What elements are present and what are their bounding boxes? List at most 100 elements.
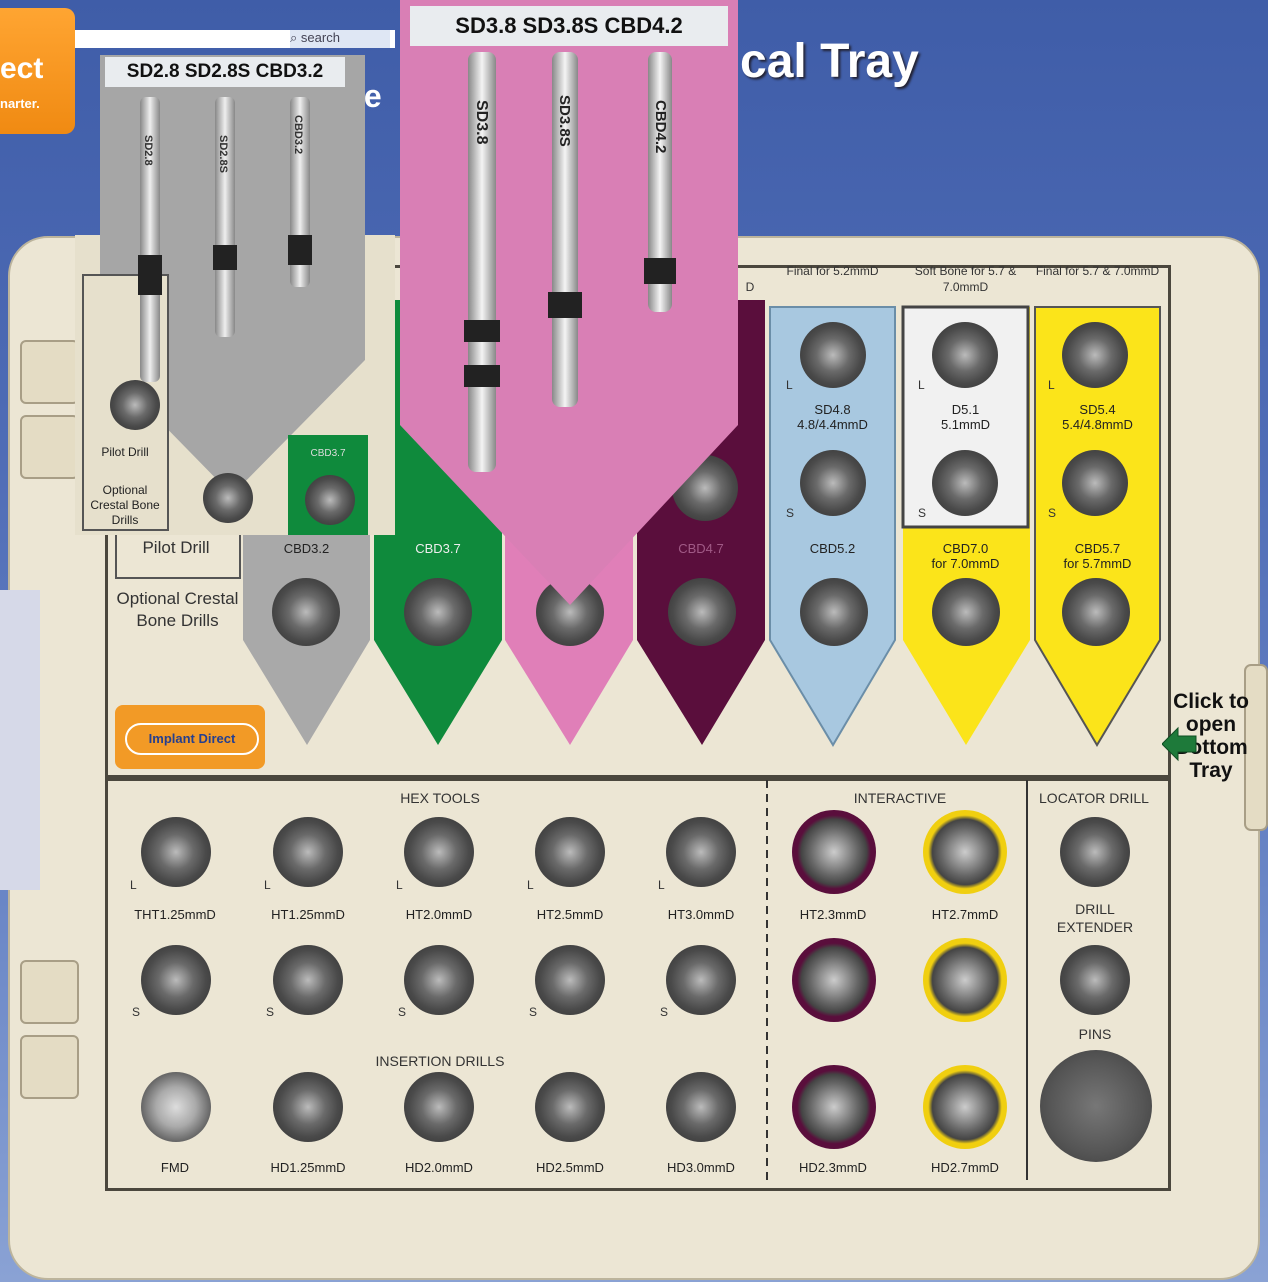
- size-mark-l: L: [786, 378, 793, 392]
- drill-label: SD3.8: [473, 100, 490, 145]
- cbd-socket[interactable]: [272, 578, 340, 646]
- drill-extender-socket[interactable]: [1060, 945, 1130, 1015]
- drill-socket[interactable]: [800, 450, 866, 516]
- tool-label: HT2.7mmD: [931, 907, 999, 922]
- cbd-socket[interactable]: [1062, 578, 1130, 646]
- drill-popup-gray[interactable]: SD2.8 SD2.8S CBD3.2 SD2.8 SD2.8S CBD3.2 …: [75, 55, 395, 535]
- column-top-label: Soft Bone for 5.7 & 7.0mmD: [914, 264, 1017, 294]
- tool-label: HD3.0mmD: [667, 1160, 735, 1175]
- size-mark-l: L: [658, 878, 665, 892]
- cbd-socket[interactable]: [932, 578, 1000, 646]
- hex-tool-socket[interactable]: [404, 945, 474, 1015]
- size-mark-s: S: [398, 1005, 407, 1019]
- tool-label: HD1.25mmD: [270, 1160, 346, 1175]
- tool-label: HD2.5mmD: [536, 1160, 604, 1175]
- cbd-label: CBD5.7 for 5.7mmD: [1063, 541, 1132, 571]
- drill-socket[interactable]: [203, 473, 253, 523]
- tool-label: HT2.5mmD: [536, 907, 604, 922]
- drill-label: CBD4.2: [652, 100, 669, 154]
- size-mark-s: S: [529, 1005, 538, 1019]
- interactive-socket[interactable]: [792, 938, 876, 1022]
- column-top-label-partial: D: [745, 280, 755, 294]
- cbd-label: CBD7.0 for 7.0mmD: [931, 541, 1000, 571]
- pilot-drill-label: Pilot Drill: [101, 445, 149, 459]
- hex-tool-socket[interactable]: [666, 817, 736, 887]
- drill-band: [464, 320, 500, 342]
- cbd-small-label: CBD3.7: [310, 448, 346, 459]
- tool-label: THT1.25mmD: [134, 907, 216, 922]
- locator-drill-socket[interactable]: [1060, 817, 1130, 887]
- drill-socket[interactable]: [1062, 322, 1128, 388]
- column-top-label: Final for 5.7 & 7.0mmD: [1035, 264, 1160, 278]
- tool-label: HD2.0mmD: [405, 1160, 473, 1175]
- size-mark-l: L: [264, 878, 271, 892]
- tool-label: HT1.25mmD: [271, 907, 345, 922]
- tool-label: HT3.0mmD: [667, 907, 735, 922]
- drill-socket[interactable]: [1062, 450, 1128, 516]
- drill-label: SD2.8S: [217, 135, 229, 173]
- hex-tool-socket[interactable]: [273, 945, 343, 1015]
- interactive-label: INTERACTIVE: [853, 790, 947, 806]
- hex-tool-socket[interactable]: [141, 817, 211, 887]
- crestal-bone-label: Optional Crestal Bone Drills: [90, 483, 160, 527]
- arrow-left-icon[interactable]: [1162, 726, 1198, 762]
- interactive-socket[interactable]: [792, 1065, 876, 1149]
- drill-socket[interactable]: [932, 322, 998, 388]
- drill-label: SD3.8S: [556, 95, 573, 147]
- drill-band: [548, 292, 582, 318]
- hex-tool-socket[interactable]: [273, 817, 343, 887]
- hex-tool-socket[interactable]: [535, 945, 605, 1015]
- interactive-socket[interactable]: [792, 810, 876, 894]
- drill-extender-label: DRILL EXTENDER: [1056, 901, 1134, 935]
- size-mark-s: S: [918, 506, 927, 520]
- socket-label: SD4.8 4.8/4.4mmD: [797, 402, 868, 432]
- drill-socket[interactable]: [305, 475, 355, 525]
- drill-popup-pink[interactable]: SD3.8 SD3.8S CBD4.2 SD3.8 SD3.8S CBD4.2: [400, 0, 738, 612]
- drill-band: [138, 255, 162, 295]
- column-top-label: Final for 5.2mmD: [786, 264, 879, 278]
- insertion-drill-socket[interactable]: [141, 1072, 211, 1142]
- tool-label: FMD: [160, 1160, 190, 1175]
- tool-label: HD2.3mmD: [799, 1160, 867, 1175]
- tool-label: HD2.7mmD: [931, 1160, 999, 1175]
- drill-band: [213, 245, 237, 270]
- cbd-label: CBD3.2: [283, 541, 330, 556]
- insertion-drills-label: INSERTION DRILLS: [375, 1053, 505, 1069]
- hex-tools-label: HEX TOOLS: [400, 790, 480, 806]
- socket-label: SD5.4 5.4/4.8mmD: [1062, 402, 1133, 432]
- size-mark-l: L: [1048, 378, 1055, 392]
- hex-tool-socket[interactable]: [141, 945, 211, 1015]
- drill-label: CBD3.2: [292, 115, 304, 155]
- insertion-drill-socket[interactable]: [273, 1072, 343, 1142]
- size-mark-s: S: [266, 1005, 275, 1019]
- interactive-socket[interactable]: [923, 1065, 1007, 1149]
- size-mark-l: L: [130, 878, 137, 892]
- insertion-drill-socket[interactable]: [404, 1072, 474, 1142]
- insertion-drill-socket[interactable]: [666, 1072, 736, 1142]
- drill-socket[interactable]: [110, 380, 160, 430]
- pins-holder[interactable]: [1040, 1050, 1152, 1162]
- size-mark-s: S: [132, 1005, 141, 1019]
- brand-badge: Implant Direct: [115, 705, 265, 769]
- drill-band: [288, 235, 312, 265]
- interactive-socket[interactable]: [923, 810, 1007, 894]
- popup-pink-title: SD3.8 SD3.8S CBD4.2: [410, 6, 728, 46]
- hex-tool-socket[interactable]: [666, 945, 736, 1015]
- drill-label: SD2.8: [142, 135, 154, 166]
- size-mark-s: S: [1048, 506, 1057, 520]
- drill-socket[interactable]: [932, 450, 998, 516]
- tool-label: HT2.3mmD: [799, 907, 867, 922]
- pins-label: PINS: [1078, 1026, 1112, 1042]
- hex-tool-socket[interactable]: [535, 817, 605, 887]
- hex-tool-socket[interactable]: [404, 817, 474, 887]
- interactive-socket[interactable]: [923, 938, 1007, 1022]
- locator-drill-label: LOCATOR DRILL: [1039, 790, 1149, 806]
- size-mark-l: L: [527, 878, 534, 892]
- size-mark-s: S: [660, 1005, 669, 1019]
- size-mark-l: L: [918, 378, 925, 392]
- insertion-drill-socket[interactable]: [535, 1072, 605, 1142]
- drill-band: [464, 365, 500, 387]
- drill-socket[interactable]: [800, 322, 866, 388]
- cbd-socket[interactable]: [800, 578, 868, 646]
- popup-gray-title: SD2.8 SD2.8S CBD3.2: [105, 57, 345, 87]
